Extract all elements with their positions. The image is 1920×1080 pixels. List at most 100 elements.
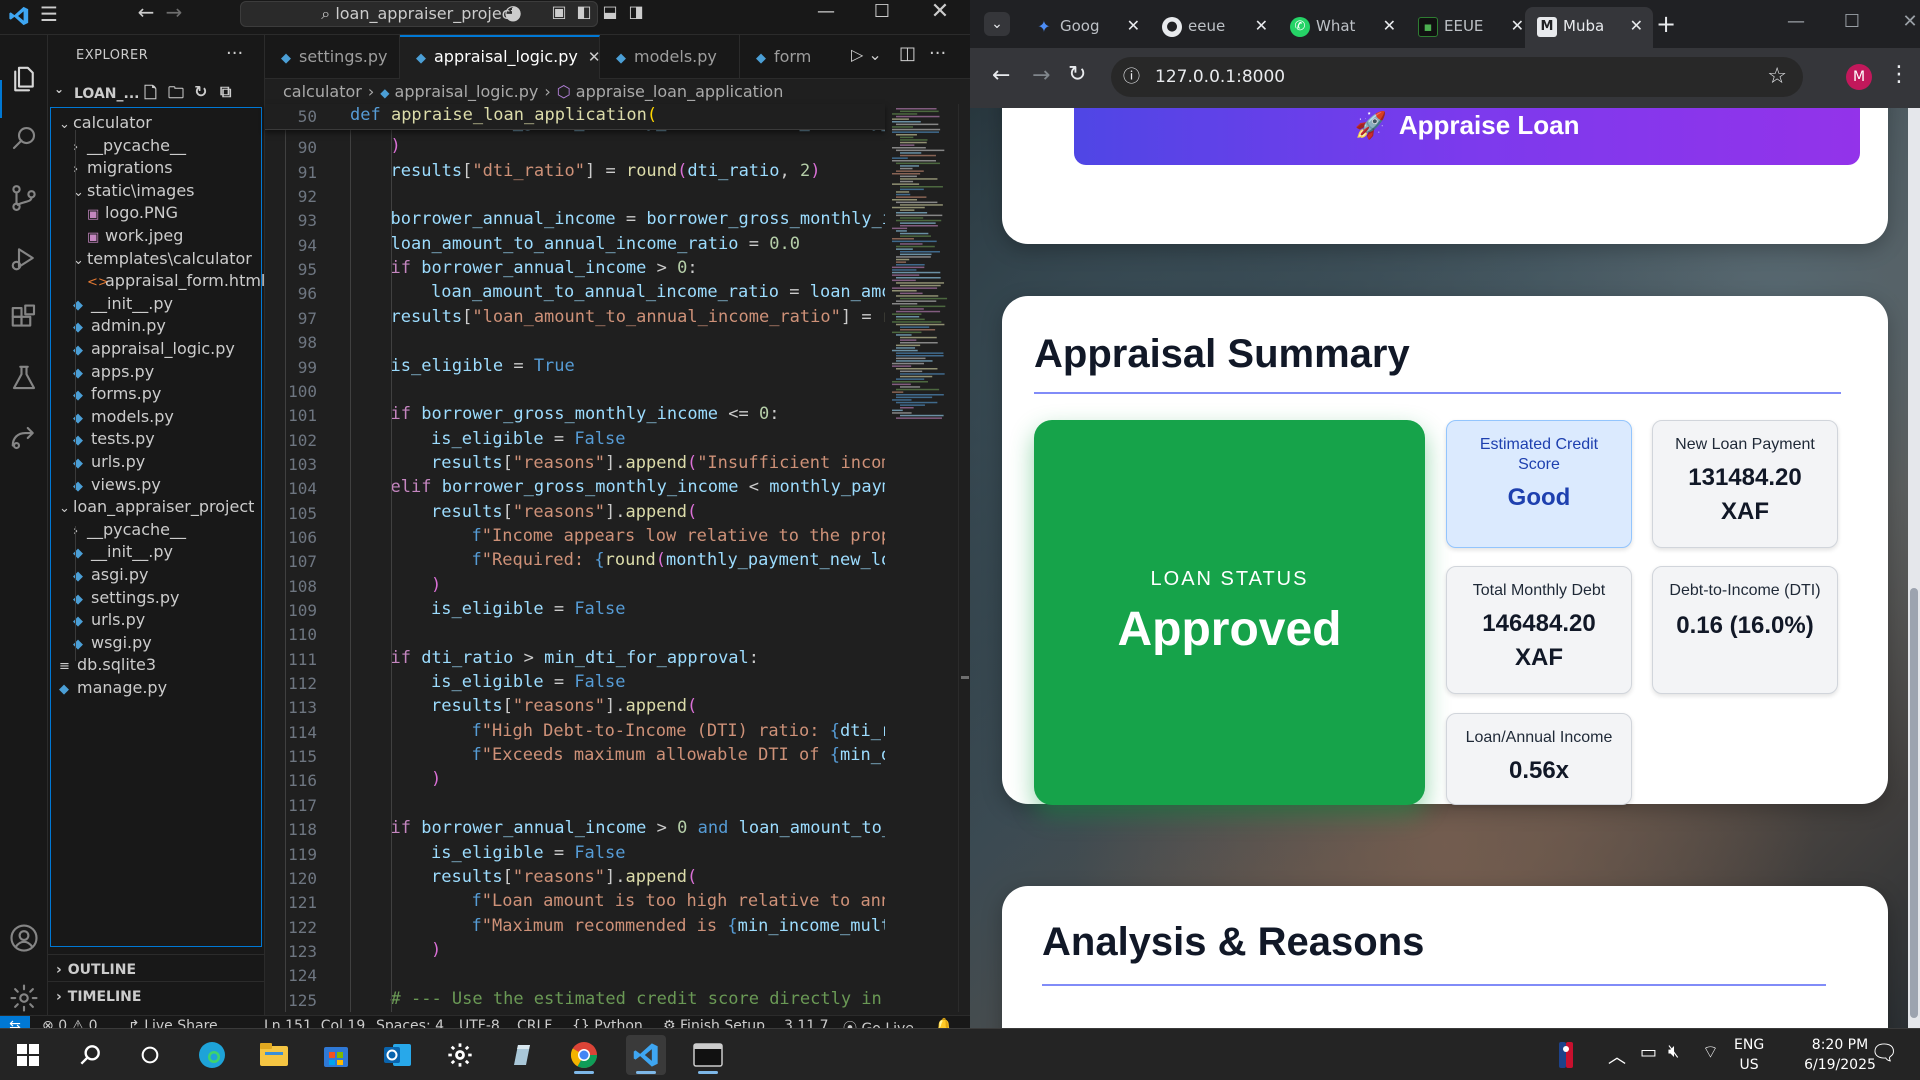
close-tab-icon[interactable]: ✕ xyxy=(1383,9,1396,43)
address-bar[interactable]: ⓘ 127.0.0.1:8000 ☆ xyxy=(1111,57,1803,97)
code-token: "reasons" xyxy=(512,501,606,522)
editor-scrollbar[interactable] xyxy=(958,104,970,1012)
tab-settings[interactable]: ◆ settings.py xyxy=(265,35,400,79)
chrome-tab-eeue[interactable]: ▪ EEUE ✕ xyxy=(1406,9,1534,43)
breadcrumb-symbol[interactable]: appraise_loan_application xyxy=(576,82,784,101)
close-tab-icon[interactable]: ✕ xyxy=(1255,9,1268,43)
back-arrow-icon[interactable]: ← xyxy=(132,0,160,24)
code-editor[interactable]: 89borrower_gross_monthly_income, total_m… xyxy=(265,104,885,1012)
notification-center-icon[interactable]: 🗨︎ xyxy=(1870,1041,1898,1066)
battery-icon[interactable]: ▭ xyxy=(1640,1042,1657,1063)
outlook-icon[interactable] xyxy=(378,1035,418,1075)
code-token: # --- Use the estimated credit score dir… xyxy=(390,988,885,1009)
run-file-icon[interactable]: ▷ ⌄ xyxy=(851,45,882,64)
timeline-section[interactable]: › TIMELINE xyxy=(56,989,141,1005)
new-folder-icon[interactable]: 🗀 xyxy=(168,82,184,109)
code-token: False xyxy=(574,842,626,863)
language-indicator[interactable]: ENG US xyxy=(1734,1035,1764,1075)
close-tab-icon[interactable]: ✕ xyxy=(1511,9,1524,43)
chrome-tab-active[interactable]: M Muba ✕ xyxy=(1525,7,1653,48)
minimize-icon[interactable]: — xyxy=(1776,10,1816,34)
tab-models[interactable]: ◆ models.py xyxy=(600,35,740,79)
back-arrow-icon[interactable]: ← xyxy=(992,63,1010,88)
code-token: results xyxy=(431,452,503,473)
layout-customize-icon[interactable]: ▣ xyxy=(545,0,573,24)
refresh-icon[interactable]: ↻ xyxy=(194,82,207,101)
close-tab-icon[interactable]: ✕ xyxy=(588,48,599,66)
minimize-icon[interactable]: — xyxy=(806,0,846,24)
new-file-icon[interactable]: 🗋 xyxy=(144,82,157,109)
site-info-icon[interactable]: ⓘ xyxy=(1123,57,1140,97)
breadcrumb-file[interactable]: appraisal_logic.py xyxy=(395,82,539,101)
forward-arrow-icon[interactable]: → xyxy=(1032,63,1050,88)
page-scrollbar-thumb[interactable] xyxy=(1910,588,1918,1018)
menu-icon[interactable]: ☰ xyxy=(35,2,63,26)
notes-app-icon[interactable] xyxy=(502,1035,542,1075)
remote-explorer-icon[interactable] xyxy=(6,420,42,456)
source-control-icon[interactable] xyxy=(6,180,42,216)
line-number: 109 xyxy=(288,601,317,620)
line-number: 117 xyxy=(288,795,317,815)
task-view-icon[interactable] xyxy=(130,1035,170,1075)
chrome-tab-google[interactable]: ✦ Goog ✕ xyxy=(1022,9,1150,43)
file-explorer-icon[interactable] xyxy=(254,1035,294,1075)
minimap-line xyxy=(896,196,927,198)
outline-section[interactable]: › OUTLINE xyxy=(56,962,136,978)
settings-gear-icon[interactable] xyxy=(440,1035,480,1075)
tab-search-icon[interactable]: ⌄ xyxy=(984,12,1010,36)
toggle-panel-icon[interactable]: ⬓ xyxy=(596,0,624,24)
split-editor-icon[interactable]: ◫ xyxy=(899,43,916,64)
bookmark-star-icon[interactable]: ☆ xyxy=(1767,57,1787,97)
show-hidden-icons-chevron-icon[interactable]: ︿ xyxy=(1608,1043,1626,1069)
code-line: if dti_ratio > min_dti_for_approval: xyxy=(390,647,760,668)
indent-guide xyxy=(285,104,286,1012)
settings-gear-icon[interactable] xyxy=(6,980,42,1016)
chrome-tab-whatsapp[interactable]: ✆ What ✕ xyxy=(1278,9,1406,43)
tab-forms[interactable]: ◆ form xyxy=(740,35,820,79)
wifi-icon[interactable]: ⌔ xyxy=(1702,1041,1719,1064)
maximize-icon[interactable]: ☐ xyxy=(862,0,902,24)
project-header[interactable]: ⌄ LOAN_... 🗋 🗀 ↻ ⧉ xyxy=(52,80,261,106)
extensions-icon[interactable] xyxy=(6,300,42,336)
chrome-browser-icon[interactable] xyxy=(564,1035,604,1075)
new-tab-icon[interactable]: + xyxy=(1656,10,1676,38)
terminal-icon[interactable] xyxy=(688,1035,728,1075)
close-icon[interactable]: ✕ xyxy=(1890,10,1920,34)
maximize-icon[interactable]: ☐ xyxy=(1832,10,1872,34)
code-token: dti_ratio xyxy=(687,160,780,181)
collapse-all-icon[interactable]: ⧉ xyxy=(220,82,231,102)
account-icon[interactable] xyxy=(6,920,42,956)
windows-start-icon[interactable] xyxy=(8,1035,48,1075)
microsoft-store-icon[interactable] xyxy=(316,1035,356,1075)
toggle-sidebar-icon[interactable]: ◧ xyxy=(570,0,598,24)
profile-avatar[interactable]: M xyxy=(1846,64,1872,90)
code-token: is_eligible xyxy=(390,355,504,376)
copilot-icon[interactable]: ◕ xyxy=(498,0,528,24)
toggle-secondary-sidebar-icon[interactable]: ◨ xyxy=(622,0,650,24)
chrome-tab-github[interactable]: ● eeue ✕ xyxy=(1150,9,1278,43)
more-actions-icon[interactable]: ··· xyxy=(226,43,243,64)
close-tab-icon[interactable]: ✕ xyxy=(1630,7,1643,45)
minimap-line xyxy=(900,308,924,310)
vscode-taskbar-icon[interactable] xyxy=(626,1035,666,1075)
testing-flask-icon[interactable] xyxy=(6,360,42,396)
forward-arrow-icon[interactable]: → xyxy=(160,0,188,24)
explorer-files-icon[interactable] xyxy=(6,61,42,97)
tab-appraisal-logic[interactable]: ◆ appraisal_logic.py ✕ xyxy=(400,35,600,79)
chrome-menu-icon[interactable]: ⋮ xyxy=(1888,62,1910,87)
search-icon[interactable] xyxy=(6,120,42,156)
edge-browser-icon[interactable] xyxy=(192,1035,232,1075)
run-debug-icon[interactable] xyxy=(6,240,42,276)
sticky-scroll-line[interactable]: 50 def appraise_loan_application( xyxy=(265,104,885,130)
close-tab-icon[interactable]: ✕ xyxy=(1127,9,1140,43)
close-icon[interactable]: ✕ xyxy=(920,0,960,24)
volume-muted-icon[interactable]: 🔇︎ xyxy=(1668,1041,1679,1062)
breadcrumb-folder[interactable]: calculator xyxy=(283,82,362,101)
tree-file[interactable]: ◆ manage.py xyxy=(51,674,261,701)
search-icon[interactable] xyxy=(70,1035,110,1075)
reload-icon[interactable]: ↻ xyxy=(1068,62,1086,87)
appraise-loan-button[interactable]: 🚀 Appraise Loan xyxy=(1074,108,1860,165)
more-actions-icon[interactable]: ··· xyxy=(929,43,946,64)
minimap[interactable] xyxy=(888,104,958,1012)
nba-icon[interactable] xyxy=(1546,1035,1586,1075)
